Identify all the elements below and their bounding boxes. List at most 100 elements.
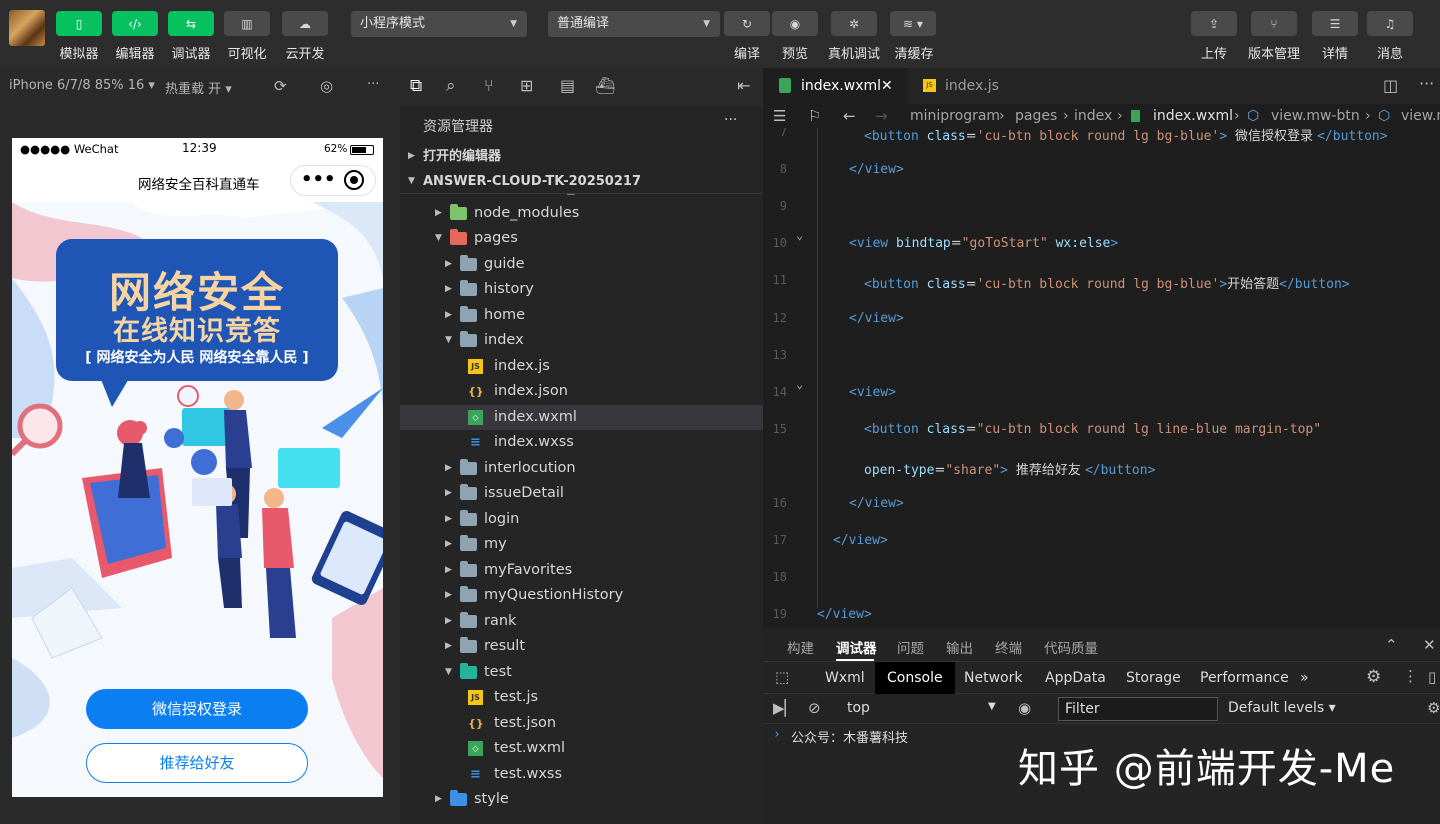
tree-item[interactable]: ◇ index.wxml [400, 404, 763, 430]
compile-button[interactable]: ↻ [724, 11, 770, 36]
preview-button[interactable]: ◉ [772, 11, 818, 36]
split-editor-icon[interactable]: ◫ [1383, 76, 1398, 95]
tree-item[interactable]: JS test.js [400, 685, 763, 710]
tree-item[interactable]: ≡ test.wxss [400, 762, 763, 787]
remote-debug-button[interactable]: ✲ [831, 11, 877, 36]
cloud-dev-button[interactable]: ☁ [282, 11, 328, 36]
breadcrumb-item[interactable]: pages [1015, 104, 1057, 128]
more-dots-icon[interactable]: ••• [301, 169, 336, 190]
extensions-icon[interactable]: ⊞ [520, 76, 533, 95]
more-actions-icon[interactable]: ··· [1419, 74, 1434, 93]
details-button[interactable]: ☰ [1312, 11, 1358, 36]
eye-icon[interactable]: ◉ [1018, 699, 1031, 717]
panel-performance[interactable]: Performance [1188, 662, 1301, 694]
bookmark-icon[interactable]: ⚐ [808, 104, 821, 128]
user-avatar[interactable] [9, 10, 45, 46]
tree-item[interactable]: ▶ myQuestionHistory [400, 583, 763, 608]
stop-icon[interactable]: ◎ [320, 77, 333, 95]
tree-item[interactable]: ▶ node_modules [400, 201, 763, 226]
collapse-panel-icon[interactable]: ⇤ [737, 76, 750, 95]
messages-button[interactable]: ♫ [1367, 11, 1413, 36]
breadcrumb-item[interactable]: view.m [1401, 104, 1440, 128]
files-icon[interactable]: ⧉ [410, 76, 422, 96]
search-icon[interactable]: ⌕ [446, 76, 456, 96]
panel-wxml[interactable]: Wxml [813, 662, 877, 694]
tree-item[interactable]: ▶ history [400, 277, 763, 302]
hot-reload-select[interactable]: 热重载 开 ▾ [165, 78, 232, 97]
storage-icon[interactable]: ▤ [560, 76, 575, 95]
breadcrumb-item[interactable]: index [1074, 104, 1112, 128]
inspect-element-icon[interactable]: ⬚ [775, 668, 789, 686]
tree-item[interactable]: ▼ index [400, 328, 763, 353]
tree-item[interactable]: JS index.js [400, 354, 763, 379]
tab-debugger[interactable]: 调试器 [836, 637, 877, 657]
tree-item[interactable]: ▶ login [400, 507, 763, 532]
tree-item[interactable]: ▼ test [400, 660, 763, 685]
tree-item[interactable]: ◇ test.wxml [400, 736, 763, 761]
tab-index-wxml[interactable]: index.wxml ✕ [763, 68, 908, 104]
back-arrow-icon[interactable]: ← [843, 104, 856, 128]
capsule-menu[interactable]: ••• [290, 165, 376, 196]
tree-item[interactable]: {} test.json [400, 711, 763, 736]
panel-appdata[interactable]: AppData [1033, 662, 1118, 694]
filter-input[interactable]: Filter [1058, 697, 1218, 721]
clear-cache-button[interactable]: ≋ ▾ [890, 11, 936, 36]
rotate-icon[interactable]: ⟳ [274, 77, 287, 95]
tree-item[interactable]: ▶ my [400, 532, 763, 557]
visual-toggle-button[interactable]: ▥ [224, 11, 270, 36]
debugger-toggle-button[interactable]: ⇆ [168, 11, 214, 36]
tab-problems[interactable]: 问题 [897, 637, 924, 657]
close-mini-program-icon[interactable] [344, 170, 364, 190]
code-area[interactable]: 7 <button class='cu-btn block round lg bg… [763, 128, 1440, 628]
log-levels-select[interactable]: Default levels ▾ [1228, 700, 1336, 716]
close-panel-icon[interactable]: ✕ [1423, 636, 1436, 654]
dock-icon[interactable]: ▯ [1428, 668, 1436, 686]
project-section[interactable]: ▼ ANSWER-CLOUD-TK-20250217 [400, 169, 763, 194]
tree-item[interactable]: ▶ result [400, 634, 763, 659]
device-select[interactable]: iPhone 6/7/8 85% 16 ▾ [9, 78, 155, 93]
tree-item[interactable]: {} index.json [400, 379, 763, 404]
wechat-login-button[interactable]: 微信授权登录 [86, 689, 308, 729]
breadcrumb-item[interactable]: index.wxml [1153, 104, 1233, 128]
list-icon[interactable]: ☰ [773, 104, 786, 128]
version-button[interactable]: ⑂ [1251, 11, 1297, 36]
more-panels-button[interactable]: » [1288, 662, 1321, 694]
forward-arrow-icon[interactable]: → [875, 104, 888, 128]
fold-chevron-icon[interactable]: ⌄ [796, 228, 803, 242]
gear-icon[interactable]: ⚙ [1427, 699, 1440, 717]
fold-chevron-icon[interactable]: ⌄ [796, 377, 803, 391]
compile-mode-select[interactable]: 普通编译 ▼ [548, 11, 720, 37]
clear-console-icon[interactable]: ⊘ [808, 699, 821, 717]
breadcrumb-item[interactable]: view.mw-btn [1271, 104, 1360, 128]
chevron-up-icon[interactable]: ⌃ [1385, 636, 1398, 654]
docker-icon[interactable]: ⛴ [595, 76, 615, 95]
simulator-more-button[interactable]: ··· [367, 77, 379, 92]
open-editors-section[interactable]: ▶ 打开的编辑器 [400, 144, 763, 169]
context-select[interactable]: top [847, 700, 870, 716]
panel-network[interactable]: Network [952, 662, 1034, 694]
share-to-friend-button[interactable]: 推荐给好友 [86, 743, 308, 783]
panel-storage[interactable]: Storage [1114, 662, 1193, 694]
tree-item[interactable]: ▶ myFavorites [400, 558, 763, 583]
tab-code-quality[interactable]: 代码质量 [1044, 637, 1098, 657]
tree-item[interactable]: ▼ pages [400, 226, 763, 251]
tree-item[interactable]: ▶ style [400, 787, 763, 812]
tree-item[interactable]: ▶ guide [400, 252, 763, 277]
tab-terminal[interactable]: 终端 [995, 637, 1022, 657]
tree-item[interactable]: ▶ interlocution [400, 456, 763, 481]
tab-index-js[interactable]: JS index.js [909, 68, 1047, 104]
simulator-toggle-button[interactable]: ▯ [56, 11, 102, 36]
tree-item[interactable]: ≡ index.wxss [400, 430, 763, 455]
kebab-menu-icon[interactable]: ⋮ [1403, 667, 1418, 685]
explorer-more-button[interactable]: ··· [724, 112, 737, 128]
panel-console[interactable]: Console [875, 662, 955, 694]
breadcrumb-item[interactable]: miniprogram [910, 104, 1000, 128]
tree-item[interactable]: ▶ miniprogram_npm [400, 194, 763, 200]
sidebar-toggle-icon[interactable]: ▶▏ [773, 699, 796, 717]
tree-item[interactable]: ▶ home [400, 303, 763, 328]
close-icon[interactable]: ✕ [881, 68, 893, 104]
tab-output[interactable]: 输出 [946, 637, 973, 657]
source-control-icon[interactable]: ⑂ [484, 76, 494, 95]
upload-button[interactable]: ⇪ [1191, 11, 1237, 36]
tab-build[interactable]: 构建 [787, 637, 814, 657]
